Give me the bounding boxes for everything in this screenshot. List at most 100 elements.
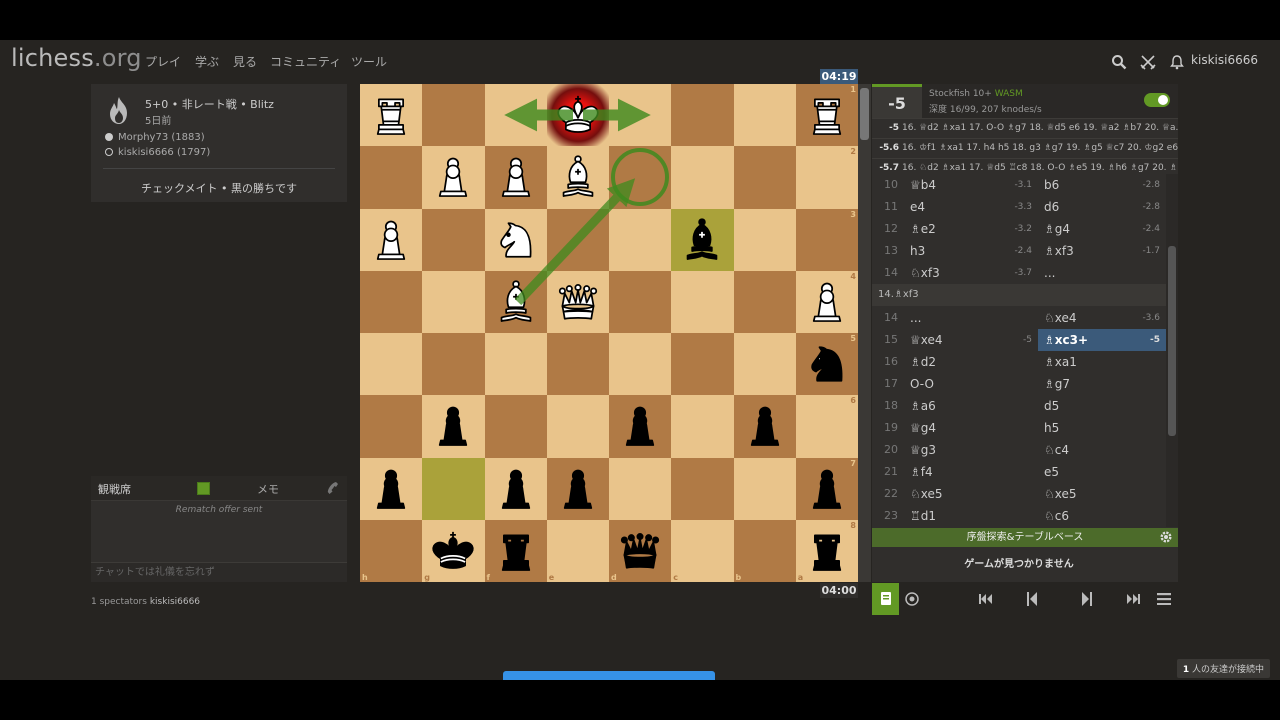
square-d2[interactable] xyxy=(609,146,672,209)
square-g4[interactable] xyxy=(422,270,485,333)
square-h3[interactable] xyxy=(360,208,423,271)
black-pawn[interactable] xyxy=(490,463,542,515)
square-b5[interactable] xyxy=(733,333,796,396)
square-b7[interactable] xyxy=(733,457,796,520)
square-f5[interactable] xyxy=(484,333,547,396)
white-move[interactable]: ♕xe4 -5 xyxy=(910,329,1038,351)
square-h4[interactable] xyxy=(360,270,423,333)
square-h2[interactable] xyxy=(360,146,423,209)
search-icon[interactable] xyxy=(1111,54,1127,70)
black-king[interactable] xyxy=(427,525,479,577)
black-move[interactable]: ♗xc3+ -5 xyxy=(1038,329,1166,351)
prev-move-icon[interactable] xyxy=(1024,583,1040,615)
opening-explorer-header[interactable]: 序盤探索&テーブルベース xyxy=(872,528,1178,547)
menu-icon[interactable] xyxy=(1156,583,1172,615)
white-move[interactable]: h3 -2.4 xyxy=(910,240,1038,262)
square-d6[interactable] xyxy=(609,395,672,458)
square-e1[interactable] xyxy=(546,84,609,147)
chat-input[interactable]: チャットでは礼儀を忘れず xyxy=(91,562,347,582)
white-move[interactable]: ♕g3 xyxy=(910,439,1038,461)
tab-notes[interactable]: メモ xyxy=(257,481,279,497)
square-d4[interactable] xyxy=(609,270,672,333)
last-move-icon[interactable] xyxy=(1125,583,1141,615)
challenge-swords-icon[interactable] xyxy=(1140,54,1156,70)
black-move[interactable]: ♗xa1 xyxy=(1038,351,1166,373)
square-c2[interactable] xyxy=(671,146,734,209)
black-rook[interactable] xyxy=(490,525,542,577)
square-e5[interactable] xyxy=(546,333,609,396)
square-c6[interactable] xyxy=(671,395,734,458)
pv-line[interactable]: -5 16. ♕d2 ♗xa1 17. O-O ♗g7 18. ♕d5 e6 19… xyxy=(872,119,1178,139)
nav-community[interactable]: コミュニティ xyxy=(270,53,341,70)
black-pawn[interactable] xyxy=(614,400,666,452)
black-queen[interactable] xyxy=(614,525,666,577)
nav-play[interactable]: プレイ xyxy=(145,53,181,70)
white-move[interactable]: ♗e2 -3.2 xyxy=(910,218,1038,240)
white-rook[interactable] xyxy=(365,89,417,141)
bell-icon[interactable] xyxy=(1169,54,1185,70)
square-g1[interactable] xyxy=(422,84,485,147)
scroll-thumb[interactable] xyxy=(860,88,869,140)
square-b2[interactable] xyxy=(733,146,796,209)
white-move[interactable]: ♖d1 xyxy=(910,505,1038,527)
friends-online-badge[interactable]: 1 人の友達が接続中 xyxy=(1176,659,1270,678)
scroll-thumb[interactable] xyxy=(1168,246,1176,436)
black-move[interactable]: ♗xf3 -1.7 xyxy=(1038,240,1166,262)
square-b3[interactable] xyxy=(733,208,796,271)
white-move[interactable]: ♕b4 -3.1 xyxy=(910,174,1038,196)
square-h6[interactable] xyxy=(360,395,423,458)
black-pawn[interactable] xyxy=(739,400,791,452)
white-pawn[interactable] xyxy=(801,276,853,328)
square-g7[interactable] xyxy=(422,457,485,520)
square-h1[interactable] xyxy=(360,84,423,147)
square-f6[interactable] xyxy=(484,395,547,458)
chat-toggle-checkbox[interactable] xyxy=(197,482,210,495)
square-b1[interactable] xyxy=(733,84,796,147)
square-f4[interactable] xyxy=(484,270,547,333)
next-move-icon[interactable] xyxy=(1079,583,1095,615)
square-d7[interactable] xyxy=(609,457,672,520)
white-move[interactable]: ♘xe5 xyxy=(910,483,1038,505)
square-a2[interactable]: 2 xyxy=(795,146,858,209)
nav-learn[interactable]: 学ぶ xyxy=(195,53,219,70)
square-c8[interactable]: c xyxy=(671,519,734,582)
square-a4[interactable]: 4 xyxy=(795,270,858,333)
square-d1[interactable] xyxy=(609,84,672,147)
nav-tools[interactable]: ツール xyxy=(351,53,387,70)
square-e6[interactable] xyxy=(546,395,609,458)
square-f3[interactable] xyxy=(484,208,547,271)
black-move[interactable]: b6 -2.8 xyxy=(1038,174,1166,196)
white-rook[interactable] xyxy=(801,89,853,141)
black-move[interactable]: d6 -2.8 xyxy=(1038,196,1166,218)
square-d5[interactable] xyxy=(609,333,672,396)
black-move[interactable]: ... xyxy=(1038,262,1166,284)
white-move[interactable]: ♗f4 xyxy=(910,461,1038,483)
square-g6[interactable] xyxy=(422,395,485,458)
black-player[interactable]: kiskisi6666 (1797) xyxy=(105,147,210,158)
black-move[interactable]: ♘xe4 -3.6 xyxy=(1038,307,1166,329)
square-d3[interactable] xyxy=(609,208,672,271)
square-a7[interactable]: 7 xyxy=(795,457,858,520)
black-rook[interactable] xyxy=(801,525,853,577)
board-scrollbar[interactable] xyxy=(858,84,871,582)
square-a6[interactable]: 6 xyxy=(795,395,858,458)
chessboard[interactable]: 1234567hgfedcb8a xyxy=(360,84,858,582)
white-move[interactable]: O-O xyxy=(910,373,1038,395)
white-move[interactable]: e4 -3.3 xyxy=(910,196,1038,218)
square-g3[interactable] xyxy=(422,208,485,271)
black-move[interactable]: ♗g7 xyxy=(1038,373,1166,395)
target-icon[interactable] xyxy=(904,583,920,615)
white-move[interactable]: ... xyxy=(910,307,1038,329)
white-move[interactable]: ♗d2 xyxy=(910,351,1038,373)
square-c7[interactable] xyxy=(671,457,734,520)
square-a8[interactable]: 8a xyxy=(795,519,858,582)
square-f2[interactable] xyxy=(484,146,547,209)
moves-scrollbar[interactable] xyxy=(1166,174,1178,527)
white-queen[interactable] xyxy=(552,276,604,328)
white-king[interactable] xyxy=(552,89,604,141)
square-c3[interactable] xyxy=(671,208,734,271)
black-pawn[interactable] xyxy=(427,400,479,452)
user-menu[interactable]: kiskisi6666 xyxy=(1191,53,1258,67)
square-f7[interactable] xyxy=(484,457,547,520)
nav-watch[interactable]: 見る xyxy=(233,53,257,70)
